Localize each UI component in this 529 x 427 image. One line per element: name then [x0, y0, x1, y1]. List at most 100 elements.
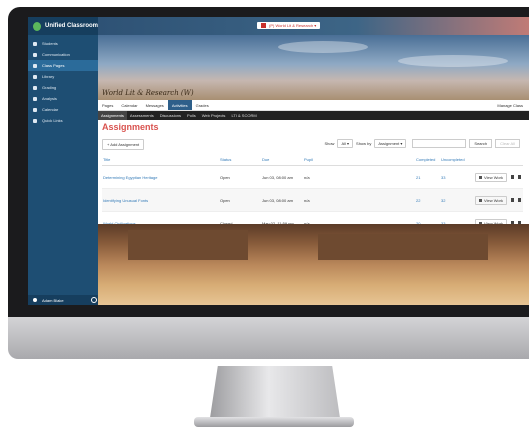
analysis-icon	[33, 96, 37, 101]
sort-label: Show by	[356, 141, 372, 146]
col-status[interactable]: Status	[219, 153, 261, 166]
assignment-title[interactable]: Identifying Unusual Fonts	[102, 188, 219, 212]
sidebar-item-label: Grading	[42, 85, 57, 90]
desert-photo	[98, 224, 529, 305]
search-input[interactable]	[412, 139, 467, 148]
assignment-due: Jun 03, 08:00 am	[261, 165, 303, 189]
ruin-shape	[318, 234, 488, 260]
monitor: Unified Classroom Students Communication…	[8, 7, 529, 427]
sidebar-item-calendar[interactable]: Calendar	[28, 104, 98, 115]
user-name: Adam Blake	[42, 297, 64, 303]
tab-web-projects[interactable]: Web Projects	[199, 111, 229, 120]
view-work-label: View Work	[484, 174, 503, 180]
top-bar: (P) World Lit & Research ▾	[98, 17, 529, 35]
assignment-title[interactable]: Determining Egyptian Heritage	[102, 165, 219, 189]
document-icon	[479, 198, 482, 202]
sidebar-item-quick-links[interactable]: Quick Links	[28, 115, 98, 126]
clear-all-button[interactable]: Clear All	[495, 139, 520, 148]
row-actions: View Work	[474, 188, 523, 212]
assignments-table: Title Status Due Pupil Completed Uncompl…	[102, 153, 523, 235]
sidebar-item-label: Quick Links	[42, 118, 63, 123]
sidebar-nav: Students Communication Class Pages Libra…	[28, 38, 98, 126]
view-work-button[interactable]: View Work	[475, 172, 507, 182]
monitor-stand-foot	[194, 417, 354, 427]
assignment-pupil: n/a	[303, 188, 415, 212]
cloud-shape	[278, 41, 368, 53]
trash-icon[interactable]	[517, 197, 521, 202]
filter-bar: Show All ▾ Show by Assignment ▾ Search C…	[324, 139, 523, 148]
edit-icon[interactable]	[510, 197, 514, 202]
user-menu[interactable]: Adam Blake	[28, 295, 103, 305]
quick-links-icon	[33, 118, 37, 123]
tab-lti-scorm[interactable]: LTI & SCORM	[228, 111, 259, 120]
banner-title: World Lit & Research (W)	[102, 89, 194, 97]
show-select[interactable]: All ▾	[337, 139, 354, 148]
col-completed: Completed	[415, 153, 440, 166]
sidebar-item-label: Class Pages	[42, 63, 65, 68]
uncompleted-count[interactable]: 32	[440, 188, 474, 212]
sidebar-item-grading[interactable]: Grading	[28, 82, 98, 93]
assignment-due: Jun 03, 08:00 am	[261, 188, 303, 212]
sidebar-item-library[interactable]: Library	[28, 71, 98, 82]
monitor-chin	[8, 317, 529, 359]
col-uncompleted: Uncompleted	[440, 153, 474, 166]
assignment-status: Open	[219, 165, 261, 189]
menu-messages[interactable]: Messages	[142, 100, 168, 110]
sort-select[interactable]: Assignment ▾	[374, 139, 407, 148]
show-label: Show	[324, 141, 335, 146]
tab-assignments[interactable]: Assignments	[98, 111, 127, 120]
class-banner: World Lit & Research (W)	[98, 35, 529, 100]
class-menu: Pages Calendar Messages Activities Grade…	[98, 100, 529, 111]
class-selector-label: (P) World Lit & Research	[269, 23, 314, 28]
avatar	[33, 298, 37, 302]
page-title: Assignments	[102, 122, 159, 132]
uncompleted-count[interactable]: 33	[440, 165, 474, 189]
students-icon	[33, 41, 37, 46]
activity-tabs: Assignments Assessments Discussions Poll…	[98, 111, 529, 120]
sidebar-item-students[interactable]: Students	[28, 38, 98, 49]
document-icon	[479, 175, 482, 179]
col-due[interactable]: Due	[261, 153, 303, 166]
menu-grades[interactable]: Grades	[192, 100, 213, 110]
menu-activities[interactable]: Activities	[167, 100, 192, 110]
search-button[interactable]: Search	[469, 139, 493, 148]
class-badge-icon	[261, 23, 266, 28]
sidebar: Unified Classroom Students Communication…	[28, 17, 103, 305]
app-name: Unified Classroom	[44, 23, 98, 29]
edit-icon[interactable]	[510, 174, 514, 179]
sidebar-item-label: Library	[42, 74, 55, 79]
col-pupil: Pupil	[303, 153, 415, 166]
sidebar-item-label: Calendar	[42, 107, 59, 112]
communication-icon	[33, 52, 37, 57]
view-work-label: View Work	[484, 197, 503, 203]
table-row: Determining Egyptian Heritage Open Jun 0…	[102, 165, 523, 189]
class-pages-icon	[33, 63, 37, 68]
sidebar-item-communication[interactable]: Communication	[28, 49, 98, 60]
grading-icon	[33, 85, 37, 90]
class-selector[interactable]: (P) World Lit & Research ▾	[257, 22, 321, 29]
sort-value: Assignment	[378, 141, 400, 146]
tab-discussions[interactable]: Discussions	[157, 111, 184, 120]
trash-icon[interactable]	[517, 174, 521, 179]
monitor-stand-neck	[210, 366, 340, 418]
view-work-button[interactable]: View Work	[475, 195, 507, 205]
chevron-down-icon: ▾	[313, 23, 317, 28]
col-title[interactable]: Title	[102, 153, 219, 166]
add-assignment-button[interactable]: + Add Assignment	[102, 139, 145, 150]
manage-class-link[interactable]: Manage Class	[497, 103, 523, 108]
tab-assessments[interactable]: Assessments	[127, 111, 157, 120]
menu-pages[interactable]: Pages	[98, 100, 117, 110]
completed-count[interactable]: 21	[415, 165, 440, 189]
tab-polls[interactable]: Polls	[184, 111, 199, 120]
library-icon	[33, 74, 37, 79]
table-row: Identifying Unusual Fonts Open Jun 03, 0…	[102, 188, 523, 212]
assignments-panel: Assignments + Add Assignment Show All ▾ …	[98, 120, 529, 235]
sidebar-item-label: Students	[42, 41, 58, 46]
show-value: All	[341, 141, 346, 146]
completed-count[interactable]: 22	[415, 188, 440, 212]
sidebar-item-analysis[interactable]: Analysis	[28, 93, 98, 104]
sidebar-item-class-pages[interactable]: Class Pages	[28, 60, 98, 71]
brand[interactable]: Unified Classroom	[28, 17, 98, 35]
menu-calendar[interactable]: Calendar	[117, 100, 141, 110]
gear-icon[interactable]	[91, 297, 97, 303]
